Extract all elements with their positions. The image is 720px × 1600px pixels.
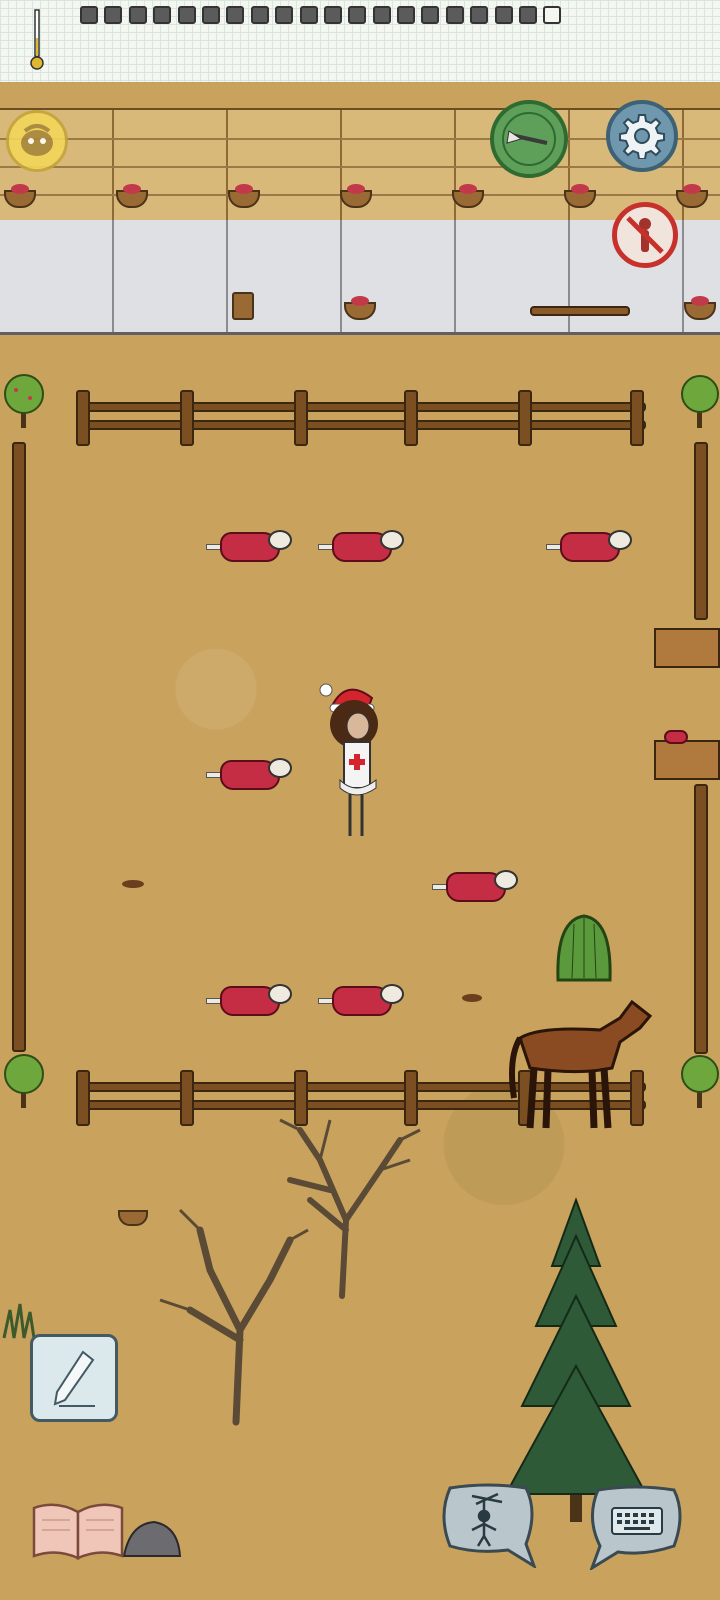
wooden-pole[interactable] <box>530 306 630 316</box>
food-pip <box>421 6 440 24</box>
fence-post <box>404 390 418 446</box>
sheep-carcass[interactable] <box>206 754 292 790</box>
fence-post <box>180 1070 194 1126</box>
food-pip <box>250 6 269 24</box>
food-pip <box>104 6 123 24</box>
food-pip <box>494 6 513 24</box>
sheep-carcass[interactable] <box>432 866 518 902</box>
fence-rail <box>76 402 646 412</box>
note-button[interactable] <box>30 1334 118 1422</box>
player-character[interactable] <box>318 676 390 846</box>
fence-post-right <box>694 784 708 1054</box>
food-pip <box>470 6 489 24</box>
dung[interactable] <box>122 880 144 888</box>
dung[interactable] <box>462 994 482 1002</box>
food-pip <box>372 6 391 24</box>
sheep-carcass[interactable] <box>318 980 404 1016</box>
sheep-carcass[interactable] <box>206 526 292 562</box>
fence-post <box>180 390 194 446</box>
puppet-control-button[interactable] <box>436 1482 540 1568</box>
berry-pile[interactable] <box>664 730 688 744</box>
thermometer-icon <box>30 9 44 70</box>
keyboard-icon <box>611 1507 663 1535</box>
wooden-bucket[interactable] <box>232 292 254 320</box>
food-pip <box>153 6 172 24</box>
emote-face-icon <box>21 124 53 156</box>
food-pip <box>226 6 245 24</box>
food-pip <box>128 6 147 24</box>
fence-rail <box>76 420 646 430</box>
fence-post <box>76 390 90 446</box>
emote-button[interactable] <box>6 110 68 172</box>
recipe-book-button[interactable] <box>30 1498 126 1564</box>
food-pip <box>519 6 538 24</box>
grass-tuft <box>2 1303 36 1339</box>
open-book-icon <box>32 1503 124 1560</box>
dead-tree[interactable] <box>140 1190 310 1430</box>
food-pip <box>323 6 342 24</box>
wooden-box[interactable] <box>654 740 720 780</box>
berry-bush[interactable] <box>680 1052 720 1110</box>
sheep-carcass[interactable] <box>206 980 292 1016</box>
food-pip <box>80 6 98 24</box>
fence-post-left <box>12 442 26 1052</box>
compass-button[interactable] <box>490 100 568 178</box>
fence-post <box>630 390 644 446</box>
rock[interactable] <box>120 1516 184 1560</box>
fence-post <box>294 390 308 446</box>
fence-post <box>518 390 532 446</box>
food-pip <box>201 6 220 24</box>
food-pip <box>445 6 464 24</box>
food-pip <box>397 6 416 24</box>
no-character-button[interactable] <box>612 202 678 268</box>
wooden-box[interactable] <box>654 628 720 668</box>
berry-bush[interactable] <box>2 1052 46 1110</box>
food-pip <box>299 6 318 24</box>
fence-post <box>76 1070 90 1126</box>
settings-button[interactable] <box>606 100 678 172</box>
food-meter <box>80 6 562 24</box>
berry-bush[interactable] <box>680 372 720 430</box>
sheep-carcass[interactable] <box>318 526 404 562</box>
food-pip <box>543 6 562 24</box>
food-pip <box>275 6 294 24</box>
horse[interactable] <box>500 998 660 1138</box>
keyboard-chat-button[interactable] <box>584 1484 688 1570</box>
food-pip <box>177 6 196 24</box>
compass-arrow-icon <box>502 112 556 166</box>
food-pip <box>348 6 367 24</box>
no-character-sign-icon <box>626 216 664 254</box>
sheep-carcass[interactable] <box>546 526 632 562</box>
pencil-icon <box>53 1350 95 1407</box>
fence-post-right <box>694 442 708 620</box>
berry-bush[interactable] <box>2 372 46 430</box>
pine-tree[interactable] <box>500 1196 650 1526</box>
gear-icon <box>619 114 665 159</box>
barrel-cactus[interactable] <box>552 910 616 984</box>
